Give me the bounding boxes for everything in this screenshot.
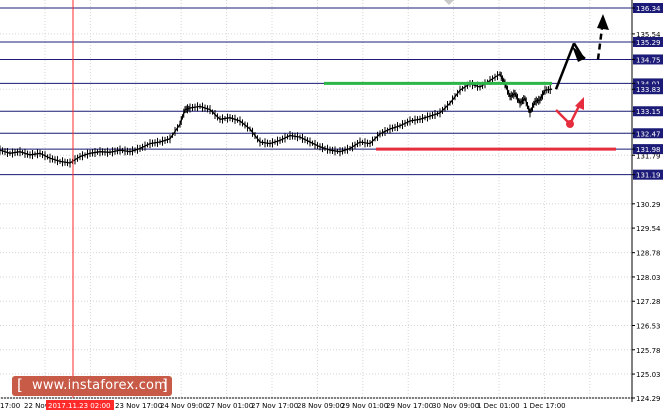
watermark-text: www.instaforex.com bbox=[32, 378, 168, 393]
x-tick-label: 24 Nov 09:00 bbox=[160, 402, 207, 410]
y-tick-label: 132.47 bbox=[636, 130, 661, 138]
x-tick-label: 27 Nov 17:00 bbox=[251, 402, 298, 410]
top-scroll-marker-icon[interactable] bbox=[444, 0, 454, 5]
y-tick-label: 125.78 bbox=[636, 347, 661, 355]
y-tick-label: 134.75 bbox=[636, 56, 661, 64]
y-tick-label: 133.15 bbox=[636, 108, 661, 116]
y-tick-label: 127.28 bbox=[636, 298, 661, 306]
watermark-open-bracket: [ bbox=[17, 376, 23, 394]
x-tick-label: 28 Nov 09:00 bbox=[297, 402, 344, 410]
y-tick-label: 135.29 bbox=[636, 39, 661, 47]
watermark-close-bracket: ] bbox=[162, 376, 168, 394]
chart-root: 136.34135.54135.29134.75134.01133.83133.… bbox=[0, 0, 664, 412]
x-tick-label: 27 Nov 01:00 bbox=[206, 402, 253, 410]
x-tick-label: 29 Nov 17:00 bbox=[386, 402, 433, 410]
y-axis: 136.34135.54135.29134.75134.01133.83133.… bbox=[632, 3, 663, 403]
watermark-logo: [ www.instaforex.com ] bbox=[12, 376, 172, 396]
y-tick-label: 129.54 bbox=[636, 225, 661, 233]
y-tick-label: 136.34 bbox=[636, 5, 661, 13]
y-tick-label: 124.29 bbox=[636, 395, 661, 403]
x-tick-label: 23 Nov 17:00 bbox=[115, 402, 162, 410]
y-tick-label: 130.29 bbox=[636, 201, 661, 209]
x-tick-label: 2017.11.23 02:00 bbox=[48, 402, 110, 410]
x-tick-label: 30 Nov 09:00 bbox=[432, 402, 479, 410]
x-axis: 17:00 22 Nov 2017.11.23 02:00 23 Nov 17:002… bbox=[0, 400, 566, 410]
grid-layer bbox=[0, 0, 633, 402]
y-tick-label: 126.53 bbox=[636, 323, 661, 331]
price-chart: 136.34135.54135.29134.75134.01133.83133.… bbox=[0, 0, 663, 410]
y-tick-label: 131.19 bbox=[636, 172, 661, 180]
y-tick-label: 125.03 bbox=[636, 371, 661, 379]
x-tick-label: 1 Dec 01:00 bbox=[477, 402, 520, 410]
x-tick-label: 22 Nov bbox=[24, 402, 49, 410]
x-tick-label: 17:00 bbox=[0, 402, 20, 410]
y-tick-label: 131.79 bbox=[636, 152, 661, 160]
y-tick-label: 128.78 bbox=[636, 250, 661, 258]
y-tick-label: 128.03 bbox=[636, 274, 661, 282]
x-tick-label: 29 Nov 01:00 bbox=[341, 402, 388, 410]
x-tick-label: 1 Dec 17:00 bbox=[523, 402, 566, 410]
y-tick-label: 133.83 bbox=[636, 86, 661, 94]
